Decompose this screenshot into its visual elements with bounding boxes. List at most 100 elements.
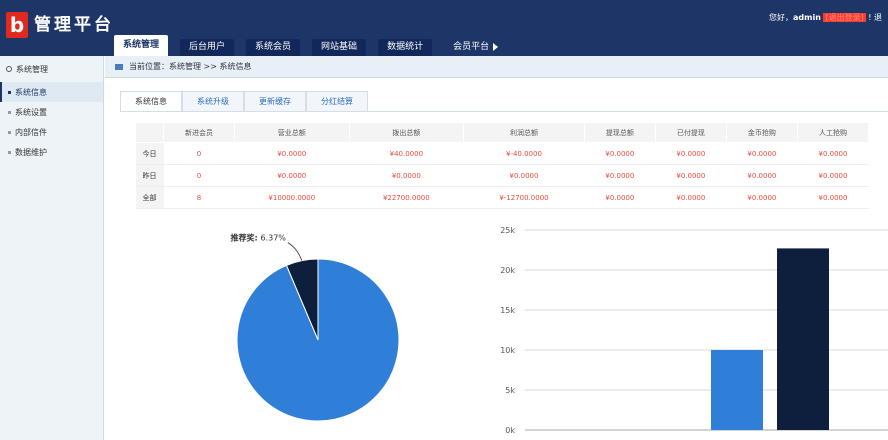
stats-table: 新进会员 营业总额 拨出总额 利润总额 提现总额 已付提现 金币抢购 人工抢购 …: [135, 122, 870, 209]
table-row: 全部 8 ¥10000.0000 ¥22700.0000 ¥-12700.000…: [135, 186, 869, 209]
table-cell: 8: [163, 186, 235, 209]
pie-label-connector: [287, 242, 303, 261]
table-cell: ¥0.0000: [797, 142, 869, 165]
table-cell: ¥40.0000: [349, 142, 464, 165]
sidebar-item-data-maintenance[interactable]: 数据维护: [0, 142, 103, 162]
row-label: 今日: [135, 142, 164, 165]
nav-tab-member-platform-label: 会员平台: [453, 42, 490, 52]
breadcrumb-text: 当前位置：系统管理 >> 系统信息: [129, 62, 252, 71]
top-nav: 系统管理 后台用户 系统会员 网站基础 数据统计 会员平台: [114, 35, 519, 56]
bar[interactable]: [711, 350, 763, 430]
y-tick-label: 15k: [500, 306, 515, 315]
table-row: 今日 0 ¥0.0000 ¥40.0000 ¥-40.0000 ¥0.0000 …: [135, 142, 869, 165]
tabs-divider: [120, 111, 888, 112]
table-cell: ¥0.0000: [726, 164, 798, 187]
table-cell: ¥0.0000: [463, 164, 585, 187]
table-cell: ¥0.0000: [797, 186, 869, 209]
nav-tab-site-basics[interactable]: 网站基础: [312, 39, 367, 56]
table-cell: ¥-12700.0000: [463, 186, 585, 209]
sidebar-item-label: 数据维护: [15, 147, 47, 157]
bullet-icon: [8, 130, 11, 134]
sidebar-item-system-settings[interactable]: 系统设置: [0, 102, 103, 122]
nav-tab-members[interactable]: 系统会员: [246, 39, 301, 56]
user-info: 您好，admin [退出登录] ! 退: [769, 12, 882, 23]
column-header: 金币抢购: [725, 122, 798, 143]
column-header: 营业总额: [234, 122, 350, 143]
table-cell: ¥0.0000: [797, 164, 869, 187]
table-row: 昨日 0 ¥0.0000 ¥0.0000 ¥0.0000 ¥0.0000 ¥0.…: [135, 164, 869, 187]
y-tick-label: 0k: [505, 426, 515, 435]
sidebar-item-system-info[interactable]: 系统信息: [0, 82, 103, 102]
sidebar-title: 系统管理: [0, 56, 103, 82]
table-cell: 0: [163, 142, 235, 165]
bar[interactable]: [777, 248, 829, 430]
bullet-icon: [8, 150, 11, 154]
pie-slice-percent: 6.37%: [260, 234, 286, 243]
column-header: 新进会员: [162, 122, 236, 143]
column-header: 提现总额: [583, 122, 656, 143]
column-header: 已付提现: [654, 122, 727, 143]
row-label: 昨日: [135, 164, 164, 187]
nav-tab-admin-users[interactable]: 后台用户: [180, 39, 235, 56]
table-cell: ¥10000.0000: [234, 186, 350, 209]
home-icon: [115, 63, 123, 70]
y-tick-label: 20k: [500, 266, 515, 275]
table-cell: ¥0.0000: [584, 164, 656, 187]
table-cell: ¥22700.0000: [349, 186, 464, 209]
brand-logo: b: [6, 12, 28, 38]
pie-chart-svg: 推荐奖: 6.37%: [230, 233, 400, 422]
bullet-icon: [8, 110, 11, 114]
breadcrumb: 当前位置：系统管理 >> 系统信息: [105, 56, 888, 78]
nav-tab-statistics[interactable]: 数据统计: [378, 39, 433, 56]
y-tick-label: 10k: [500, 346, 515, 355]
table-cell: ¥0.0000: [234, 164, 350, 187]
nav-tab-member-platform[interactable]: 会员平台: [444, 39, 507, 56]
circle-icon: [6, 66, 12, 72]
table-cell: ¥0.0000: [655, 142, 727, 165]
sidebar-item-label: 内部信件: [15, 127, 47, 137]
pie-slice[interactable]: [236, 258, 400, 422]
header-extra[interactable]: ! 退: [868, 13, 882, 22]
chevron-right-icon: [493, 42, 499, 51]
column-header: 人工抢购: [796, 122, 870, 143]
sidebar-item-label: 系统设置: [15, 107, 47, 117]
bar-chart: 0k 5k 10k 15k 20k 25k: [485, 224, 888, 440]
table-cell: ¥0.0000: [584, 186, 656, 209]
column-header: 拨出总额: [348, 122, 465, 143]
table-corner: [135, 122, 164, 143]
greeting-text: 您好，: [769, 13, 793, 22]
pie-slice-name: 推荐奖:: [230, 233, 260, 243]
sidebar-title-label: 系统管理: [16, 64, 48, 74]
top-header: b 管理平台 系统管理 后台用户 系统会员 网站基础 数据统计 会员平台 您好，…: [0, 0, 888, 56]
table-cell: ¥0.0000: [584, 142, 656, 165]
nav-tab-system[interactable]: 系统管理: [114, 35, 169, 56]
tab-system-info[interactable]: 系统信息: [120, 91, 182, 111]
tab-update-cache[interactable]: 更新缓存: [244, 91, 306, 111]
bar-chart-svg: 0k 5k 10k 15k 20k 25k: [500, 226, 888, 435]
pie-chart: 推荐奖: 6.37%: [205, 224, 425, 440]
sidebar-item-label: 系统信息: [15, 87, 47, 97]
table-cell: ¥0.0000: [726, 186, 798, 209]
brand-name: 管理平台: [34, 15, 114, 35]
column-header: 利润总额: [463, 122, 585, 143]
table-cell: ¥-40.0000: [463, 142, 585, 165]
table-cell: ¥0.0000: [655, 186, 727, 209]
row-label: 全部: [135, 186, 164, 209]
username: admin: [793, 13, 821, 22]
sidebar: 系统管理 系统信息 系统设置 内部信件 数据维护: [0, 56, 104, 440]
table-cell: ¥0.0000: [349, 164, 464, 187]
tab-system-upgrade[interactable]: 系统升级: [182, 91, 244, 111]
y-tick-label: 25k: [500, 226, 515, 235]
table-cell: ¥0.0000: [726, 142, 798, 165]
table-header-row: 新进会员 营业总额 拨出总额 利润总额 提现总额 已付提现 金币抢购 人工抢购: [135, 122, 870, 143]
table-cell: 0: [163, 164, 235, 187]
bullet-icon: [8, 90, 11, 94]
logout-link[interactable]: [退出登录]: [823, 13, 866, 22]
table-cell: ¥0.0000: [234, 142, 350, 165]
content-tabs: 系统信息 系统升级 更新缓存 分红结算: [120, 91, 368, 111]
tab-dividend-settlement[interactable]: 分红结算: [306, 91, 368, 111]
sidebar-item-internal-mail[interactable]: 内部信件: [0, 122, 103, 142]
main-content: 当前位置：系统管理 >> 系统信息 系统信息 系统升级 更新缓存 分红结算 新进…: [105, 56, 888, 440]
table-cell: ¥0.0000: [655, 164, 727, 187]
y-tick-label: 5k: [505, 386, 515, 395]
